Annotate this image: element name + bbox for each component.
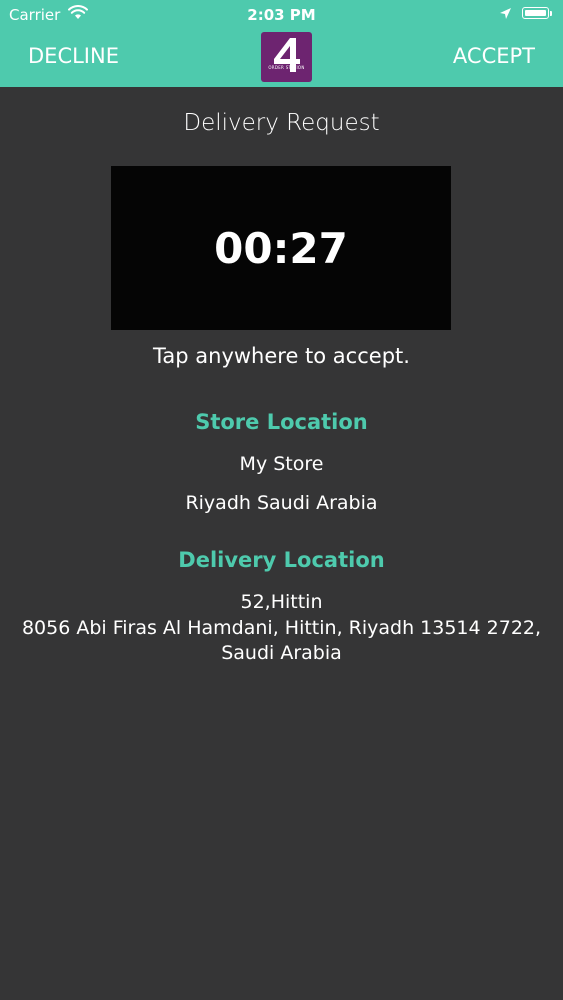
battery-level (525, 10, 546, 16)
location-arrow-icon (499, 6, 512, 24)
delivery-address-line-3: Saudi Arabia (221, 642, 342, 664)
page-title: Delivery Request (183, 110, 380, 136)
battery-icon (522, 7, 549, 19)
timer-panel[interactable]: 00:27 (111, 166, 451, 330)
status-bar: Carrier 2:03 PM (0, 0, 563, 30)
app-logo: ORDER STATION (261, 32, 312, 82)
accept-button[interactable]: ACCEPT (453, 44, 535, 68)
delivery-address-line-1: 52,Hittin (240, 591, 323, 613)
decline-button[interactable]: DECLINE (28, 44, 119, 68)
delivery-address-line-2: 8056 Abi Firas Al Hamdani, Hittin, Riyad… (21, 617, 542, 639)
logo-text: ORDER STATION (268, 65, 305, 70)
tap-hint: Tap anywhere to accept. (153, 344, 410, 368)
status-time: 2:03 PM (247, 6, 316, 24)
battery-cap (550, 11, 552, 16)
top-bar: Carrier 2:03 PM DECLINE ORDER STATION AC… (0, 0, 563, 87)
countdown-timer: 00:27 (214, 224, 348, 273)
store-city: Riyadh Saudi Arabia (185, 492, 378, 514)
store-name: My Store (239, 453, 324, 475)
delivery-location-heading: Delivery Location (178, 548, 385, 572)
store-location-heading: Store Location (195, 410, 368, 434)
